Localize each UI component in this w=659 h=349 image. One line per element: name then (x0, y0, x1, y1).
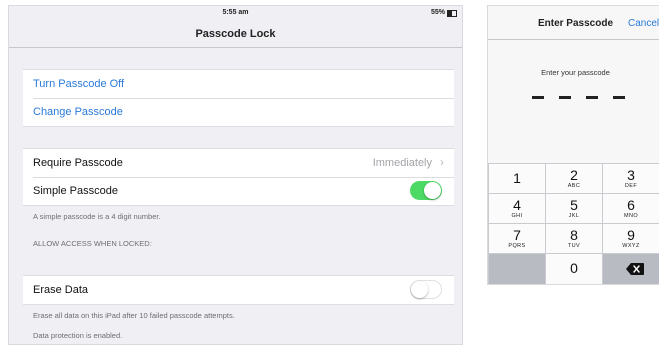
battery-icon (447, 10, 457, 17)
key-digit: 1 (513, 170, 521, 186)
key-letters: PQRS (508, 243, 526, 249)
delete-backspace-icon (626, 263, 644, 275)
passcode-actions-group: Turn Passcode Off Change Passcode (23, 69, 454, 127)
key-digit: 0 (570, 260, 578, 276)
key-3[interactable]: 3 DEF (603, 164, 659, 193)
erase-data-note: Erase all data on this iPad after 10 fai… (33, 311, 235, 320)
toggle-knob (411, 281, 428, 298)
key-digit: 3 (627, 167, 635, 183)
simple-passcode-toggle[interactable] (410, 181, 442, 200)
key-digit: 7 (513, 227, 521, 243)
enter-passcode-panel: Enter Passcode Cancel Enter your passcod… (487, 5, 659, 285)
key-digit: 8 (570, 227, 578, 243)
chevron-right-icon: › (440, 155, 444, 169)
erase-data-toggle[interactable] (410, 280, 442, 299)
passcode-prompt: Enter your passcode (541, 68, 610, 77)
require-passcode-row[interactable]: Require Passcode Immediately › (23, 149, 454, 177)
passcode-digit-placeholder (613, 96, 625, 99)
delete-key[interactable] (603, 254, 659, 284)
status-time: 5:55 am (222, 9, 249, 16)
passcode-options-group: Require Passcode Immediately › Simple Pa… (23, 148, 454, 206)
simple-passcode-row: Simple Passcode (23, 177, 454, 205)
key-letters: JKL (568, 213, 580, 219)
erase-data-row: Erase Data (23, 276, 454, 304)
key-7[interactable]: 7 PQRS (489, 224, 545, 253)
allow-access-header: ALLOW ACCESS WHEN LOCKED: (33, 239, 152, 248)
passcode-digit-placeholder (586, 96, 598, 99)
key-4[interactable]: 4 GHI (489, 194, 545, 223)
cancel-button[interactable]: Cancel (628, 18, 659, 29)
blank-key (489, 254, 545, 284)
simple-passcode-note: A simple passcode is a 4 digit number. (33, 212, 161, 221)
passcode-entry-field (532, 96, 627, 100)
key-9[interactable]: 9 WXYZ (603, 224, 659, 253)
key-digit: 6 (627, 197, 635, 213)
data-protection-note: Data protection is enabled. (33, 331, 123, 340)
status-bar: 5:55 am 55% (9, 6, 462, 20)
passcode-lock-settings-panel: 5:55 am 55% Passcode Lock Turn Passcode … (8, 5, 463, 345)
nav-divider (488, 39, 659, 40)
key-8[interactable]: 8 TUV (546, 224, 602, 253)
change-passcode-row[interactable]: Change Passcode (23, 98, 454, 126)
require-passcode-label: Require Passcode (33, 157, 123, 169)
key-5[interactable]: 5 JKL (546, 194, 602, 223)
require-passcode-value: Immediately (372, 157, 432, 169)
key-letters: ABC (567, 183, 581, 189)
key-letters: GHI (511, 213, 523, 219)
simple-passcode-label: Simple Passcode (33, 185, 118, 197)
passcode-digit-placeholder (559, 96, 571, 99)
toggle-knob (424, 182, 441, 199)
turn-passcode-off-row[interactable]: Turn Passcode Off (23, 70, 454, 98)
key-2[interactable]: 2 ABC (546, 164, 602, 193)
key-1[interactable]: 1 (489, 164, 545, 193)
key-digit: 4 (513, 197, 521, 213)
key-digit: 9 (627, 227, 635, 243)
page-title: Passcode Lock (195, 28, 276, 40)
turn-passcode-off-link[interactable]: Turn Passcode Off (33, 78, 124, 90)
key-digit: 5 (570, 197, 578, 213)
key-0[interactable]: 0 (546, 254, 602, 284)
nav-divider (9, 47, 462, 48)
battery-percentage: 55% (430, 9, 445, 16)
numeric-keypad: 1 2 ABC 3 DEF 4 GHI 5 JKL 6 MNO 7 PQRS 8… (488, 163, 659, 284)
key-digit: 2 (570, 167, 578, 183)
key-letters: MNO (623, 213, 639, 219)
key-6[interactable]: 6 MNO (603, 194, 659, 223)
key-letters: WXYZ (622, 243, 640, 249)
erase-data-group: Erase Data (23, 275, 454, 305)
change-passcode-link[interactable]: Change Passcode (33, 106, 123, 118)
key-letters: TUV (567, 243, 581, 249)
erase-data-label: Erase Data (33, 284, 89, 296)
key-letters: DEF (624, 183, 638, 189)
passcode-digit-placeholder (532, 96, 544, 99)
